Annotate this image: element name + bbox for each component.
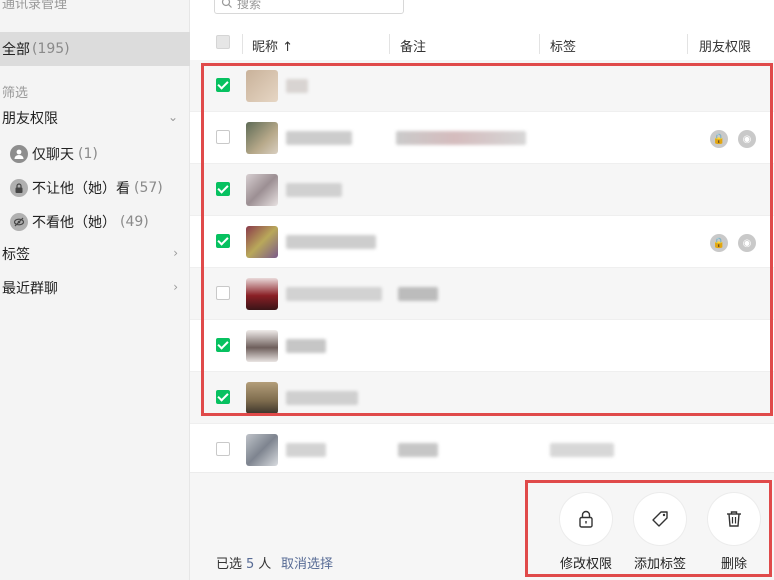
- sidebar-group-friend-permission[interactable]: 朋友权限 ⌄: [0, 104, 190, 132]
- sidebar-item-count: (57): [134, 180, 163, 196]
- nickname-text: [286, 443, 326, 457]
- row-checkbox[interactable]: [216, 390, 230, 404]
- chevron-down-icon: ⌄: [167, 110, 178, 124]
- avatar: [246, 434, 278, 466]
- avatar: [246, 330, 278, 362]
- chevron-right-icon: ›: [173, 246, 178, 260]
- avatar: [246, 174, 278, 206]
- sidebar-item-hide-their-posts[interactable]: 不看他（她） (49): [10, 209, 149, 235]
- column-header-nickname[interactable]: 昵称 ↑: [252, 36, 293, 55]
- avatar: [246, 122, 278, 154]
- row-checkbox[interactable]: [216, 338, 230, 352]
- row-checkbox[interactable]: [216, 182, 230, 196]
- column-divider: [389, 34, 390, 54]
- sidebar-item-count: (1): [78, 146, 98, 162]
- selected-suffix: 人: [258, 557, 272, 572]
- search-input[interactable]: 搜索: [214, 0, 404, 14]
- delete-button[interactable]: 删除: [694, 493, 774, 572]
- sidebar-item-label: 不让他（她）看: [32, 181, 130, 197]
- sidebar: 通讯录管理 全部 (195) 筛选 朋友权限 ⌄ 仅聊天 (1) 不让他（她）看…: [0, 0, 190, 580]
- row-checkbox[interactable]: [216, 234, 230, 248]
- sidebar-group-recent-groups[interactable]: 最近群聊 ›: [0, 274, 190, 302]
- sidebar-item-label: 全部: [2, 42, 30, 58]
- table-row[interactable]: [190, 320, 774, 372]
- table-row[interactable]: [190, 268, 774, 320]
- search-icon: [221, 0, 232, 8]
- selection-footer: 已选 5 人 取消选择 修改权限 添加标签 删除: [190, 472, 774, 580]
- lock-icon: [10, 179, 28, 197]
- nickname-text: [286, 79, 308, 93]
- row-checkbox[interactable]: [216, 78, 230, 92]
- column-header-remark[interactable]: 备注: [400, 36, 426, 55]
- tag-text: [550, 443, 614, 457]
- hidden-eye-icon: ◉: [738, 234, 756, 252]
- sidebar-item-count: (195): [32, 41, 70, 57]
- table-row[interactable]: [190, 424, 774, 476]
- action-label: 添加标签: [633, 557, 686, 572]
- selected-count-text: 已选 5 人: [216, 553, 271, 572]
- sidebar-item-label: 不看他（她）: [32, 215, 116, 231]
- sidebar-group-label: 朋友权限: [2, 111, 58, 127]
- table-row[interactable]: [190, 60, 774, 112]
- sidebar-item-label: 仅聊天: [32, 147, 74, 163]
- table-header: 昵称 ↑ 备注 标签 朋友权限: [190, 30, 774, 60]
- nickname-text: [286, 235, 376, 249]
- sidebar-item-count: (49): [120, 214, 149, 230]
- remark-text: [398, 287, 438, 301]
- contacts-main-panel: 搜索 昵称 ↑ 备注 标签 朋友权限 🔒 ◉ 🔒 ◉ 已选 5 人 取消选择 修…: [190, 0, 774, 580]
- avatar: [246, 70, 278, 102]
- column-divider: [687, 34, 688, 54]
- sidebar-item-all[interactable]: 全部 (195): [0, 32, 190, 66]
- tag-icon: [634, 493, 686, 545]
- hidden-eye-icon: [10, 213, 28, 231]
- sidebar-item-chat-only[interactable]: 仅聊天 (1): [10, 141, 98, 167]
- selected-prefix: 已选: [216, 557, 243, 572]
- table-row[interactable]: [190, 164, 774, 216]
- lock-icon: 🔒: [710, 130, 728, 148]
- nickname-text: [286, 287, 382, 301]
- trash-icon: [708, 493, 760, 545]
- sidebar-item-hide-my-posts[interactable]: 不让他（她）看 (57): [10, 175, 163, 201]
- remark-text: [396, 131, 526, 145]
- filter-section-label: 筛选: [2, 86, 29, 101]
- nickname-text: [286, 183, 342, 197]
- table-row[interactable]: 🔒 ◉: [190, 112, 774, 164]
- sidebar-group-tags[interactable]: 标签 ›: [0, 240, 190, 268]
- row-checkbox[interactable]: [216, 286, 230, 300]
- remark-text: [398, 443, 438, 457]
- nickname-text: [286, 339, 326, 353]
- avatar: [246, 278, 278, 310]
- select-all-checkbox[interactable]: [216, 35, 230, 49]
- action-label: 修改权限: [559, 557, 612, 572]
- cancel-selection-link[interactable]: 取消选择: [281, 553, 333, 572]
- add-tag-button[interactable]: 添加标签: [620, 493, 700, 572]
- search-placeholder: 搜索: [237, 0, 262, 11]
- person-icon: [10, 145, 28, 163]
- modify-permission-button[interactable]: 修改权限: [546, 493, 626, 572]
- sidebar-group-label: 标签: [2, 247, 30, 263]
- chevron-right-icon: ›: [173, 280, 178, 294]
- table-row[interactable]: 🔒 ◉: [190, 216, 774, 268]
- nickname-text: [286, 131, 352, 145]
- nickname-text: [286, 391, 358, 405]
- table-row[interactable]: [190, 372, 774, 424]
- row-checkbox[interactable]: [216, 442, 230, 456]
- column-header-permission[interactable]: 朋友权限: [699, 36, 751, 55]
- lock-icon: [560, 493, 612, 545]
- column-header-tags[interactable]: 标签: [550, 36, 576, 55]
- avatar: [246, 226, 278, 258]
- avatar: [246, 382, 278, 414]
- selected-count: 5: [246, 557, 255, 572]
- action-label: 删除: [720, 557, 747, 572]
- sidebar-group-label: 最近群聊: [2, 281, 58, 297]
- contacts-manager-window: 通讯录管理 全部 (195) 筛选 朋友权限 ⌄ 仅聊天 (1) 不让他（她）看…: [0, 0, 774, 580]
- row-checkbox[interactable]: [216, 130, 230, 144]
- sidebar-title: 通讯录管理: [2, 0, 68, 12]
- column-divider: [242, 34, 243, 54]
- lock-icon: 🔒: [710, 234, 728, 252]
- column-divider: [539, 34, 540, 54]
- hidden-eye-icon: ◉: [738, 130, 756, 148]
